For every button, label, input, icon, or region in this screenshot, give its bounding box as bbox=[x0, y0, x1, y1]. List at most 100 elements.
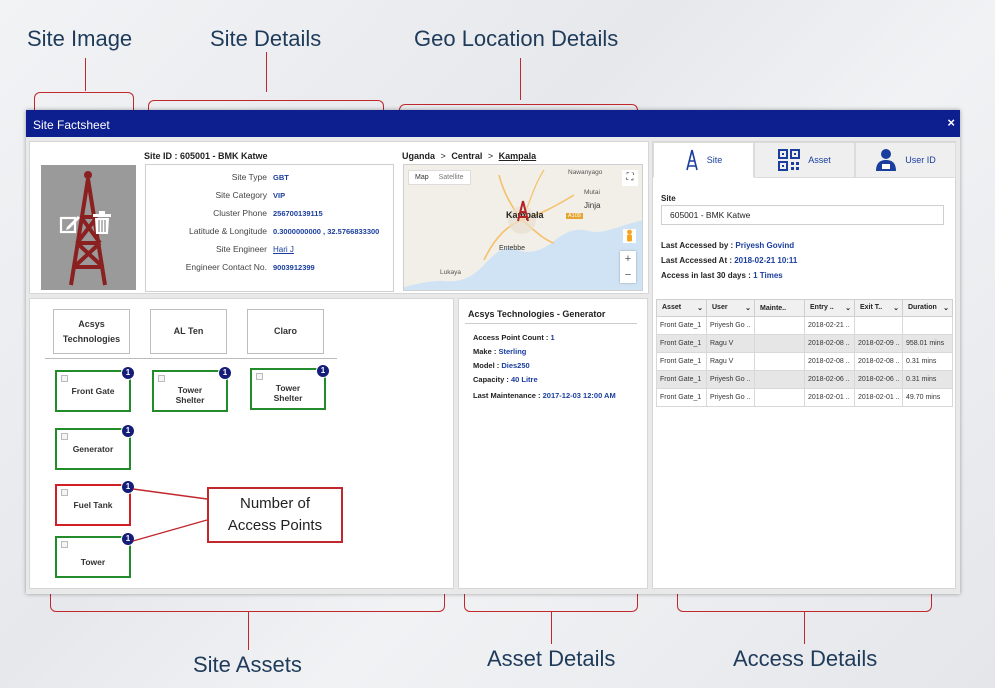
column-header[interactable]: User ⌄ bbox=[706, 299, 755, 317]
access-panel: Site Asset User ID Site 605001 - BMK Kat… bbox=[652, 141, 956, 589]
delete-icon[interactable] bbox=[91, 211, 113, 235]
detail-label: Cluster Phone bbox=[213, 208, 267, 218]
access-point-count-badge: 1 bbox=[121, 480, 135, 494]
column-header[interactable]: Asset ⌄ bbox=[656, 299, 707, 317]
tab-asset[interactable]: Asset bbox=[754, 142, 855, 178]
table-header-row: Asset ⌄ User ⌄ Mainte.. Entry .. ⌄ Exit T..… bbox=[656, 299, 953, 317]
asset-checkbox[interactable] bbox=[61, 375, 68, 382]
map-place-label: Lukaya bbox=[440, 269, 461, 276]
tab-label: Site bbox=[706, 155, 723, 165]
access-points-callout: Number of Access Points bbox=[207, 487, 343, 543]
zoom-out-button[interactable]: − bbox=[620, 267, 636, 283]
tab-label: Asset bbox=[808, 155, 831, 165]
map-type-toggle: Map Satellite bbox=[408, 170, 471, 185]
dialog-titlebar: Site Factsheet × bbox=[26, 110, 960, 137]
detail-label: Site Type bbox=[231, 172, 267, 182]
asset-detail-row: Capacity : 40 Litre bbox=[473, 375, 538, 384]
detail-value: 9003912399 bbox=[273, 263, 315, 272]
chevron-down-icon[interactable]: ⌄ bbox=[893, 304, 899, 312]
access-point-count-badge: 1 bbox=[121, 532, 135, 546]
asset-card[interactable]: 1 Front Gate bbox=[55, 366, 135, 412]
chevron-down-icon[interactable]: ⌄ bbox=[845, 304, 851, 312]
detail-label: Latitude & Longitude bbox=[189, 226, 267, 236]
annotation-asset-details: Asset Details bbox=[487, 646, 616, 671]
access-point-count-badge: 1 bbox=[316, 364, 330, 378]
annotation-geo-location: Geo Location Details bbox=[414, 26, 619, 51]
column-header[interactable]: Exit T.. ⌄ bbox=[854, 299, 903, 317]
site-image[interactable] bbox=[41, 165, 136, 290]
asset-detail-row: Model : Dies250 bbox=[473, 361, 530, 370]
vendor-button[interactable]: Claro bbox=[247, 309, 324, 354]
annotation-stem bbox=[520, 58, 521, 100]
street-view-icon[interactable] bbox=[623, 229, 636, 243]
dialog-title: Site Factsheet bbox=[33, 118, 110, 132]
detail-label: Engineer Contact No. bbox=[185, 262, 267, 272]
road-label: A109 bbox=[566, 213, 583, 219]
dialog-body: Site ID : 605001 - BMK Katwe Site Type G… bbox=[26, 137, 960, 594]
map-view-button[interactable]: Map bbox=[415, 174, 429, 181]
edit-icon[interactable] bbox=[59, 213, 81, 235]
annotation-stem bbox=[551, 612, 552, 644]
access-point-count-badge: 1 bbox=[218, 366, 232, 380]
access-table: Asset ⌄ User ⌄ Mainte.. Entry .. ⌄ Exit T..… bbox=[656, 299, 953, 407]
tower-marker-icon[interactable] bbox=[516, 200, 530, 222]
asset-detail-row: Last Maintenance : 2017-12-03 12:00 AM bbox=[473, 391, 616, 400]
table-row[interactable]: Front Gate_1 Priyesh Go .. 2018-02-01 .. 20… bbox=[656, 388, 953, 407]
close-icon[interactable]: × bbox=[947, 115, 955, 130]
asset-card[interactable]: 1 Tower bbox=[55, 532, 135, 578]
asset-checkbox[interactable] bbox=[158, 375, 165, 382]
table-row[interactable]: Front Gate_1 Priyesh Go .. 2018-02-21 .. bbox=[656, 316, 953, 335]
detail-value: 256700139115 bbox=[273, 209, 323, 218]
table-row[interactable]: Front Gate_1 Ragu V 2018-02-08 .. 2018-02-0… bbox=[656, 352, 953, 371]
access-tabs: Site Asset User ID bbox=[653, 142, 956, 178]
site-id: Site ID : 605001 - BMK Katwe bbox=[144, 151, 268, 161]
chevron-down-icon[interactable]: ⌄ bbox=[697, 304, 703, 312]
zoom-in-button[interactable]: + bbox=[620, 251, 636, 267]
asset-checkbox[interactable] bbox=[61, 489, 68, 496]
asset-checkbox[interactable] bbox=[256, 373, 263, 380]
vendor-button[interactable]: Acsys Technologies bbox=[53, 309, 130, 354]
asset-detail-row: Access Point Count : 1 bbox=[473, 333, 555, 342]
annotation-site-image: Site Image bbox=[27, 26, 133, 51]
site-engineer-link[interactable]: Hari J bbox=[273, 245, 294, 254]
last-accessed-at-value: 2018-02-21 10:11 bbox=[734, 256, 798, 265]
asset-details-title: Acsys Technologies - Generator bbox=[468, 309, 606, 319]
table-row[interactable]: Front Gate_1 Ragu V 2018-02-08 .. 2018-02-0… bbox=[656, 334, 953, 353]
chevron-down-icon[interactable]: ⌄ bbox=[943, 304, 949, 312]
asset-card[interactable]: 1 Fuel Tank bbox=[55, 480, 135, 526]
site-factsheet-dialog: Site Factsheet × Site ID: 605001 - BMK … bbox=[26, 110, 960, 594]
tab-label: User ID bbox=[905, 155, 936, 165]
breadcrumb-city[interactable]: Kampala bbox=[499, 151, 537, 161]
geo-map[interactable]: Map Satellite ⛶ Nawanyago Mutai Jinja Ka… bbox=[403, 164, 643, 291]
annotation-site-assets: Site Assets bbox=[193, 652, 302, 677]
annotation-access-details: Access Details bbox=[733, 646, 878, 671]
last-accessed-by-value: Priyesh Govind bbox=[735, 241, 795, 250]
detail-value: GBT bbox=[273, 173, 289, 182]
asset-card[interactable]: 1 Tower Shelter bbox=[152, 366, 232, 412]
asset-card[interactable]: 1 Generator bbox=[55, 424, 135, 470]
detail-value: VIP bbox=[273, 191, 286, 200]
asset-details-panel: Acsys Technologies - Generator Access Po… bbox=[458, 298, 648, 589]
asset-checkbox[interactable] bbox=[61, 433, 68, 440]
map-place-label: Entebbe bbox=[499, 245, 526, 252]
vendor-button[interactable]: AL Ten bbox=[150, 309, 227, 354]
asset-checkbox[interactable] bbox=[61, 541, 68, 548]
fullscreen-icon[interactable]: ⛶ bbox=[622, 170, 638, 186]
tab-site[interactable]: Site bbox=[653, 142, 754, 178]
column-header[interactable]: Mainte.. bbox=[754, 299, 805, 317]
detail-value: 0.3000000000 , 32.5766833300 bbox=[273, 227, 380, 236]
access-count-value: 1 Times bbox=[753, 271, 783, 280]
site-input[interactable] bbox=[661, 205, 944, 225]
column-header[interactable]: Duration ⌄ bbox=[902, 299, 953, 317]
satellite-view-button[interactable]: Satellite bbox=[439, 174, 464, 181]
asset-card[interactable]: 1 Tower Shelter bbox=[250, 364, 330, 410]
table-row[interactable]: Front Gate_1 Priyesh Go .. 2018-02-06 .. 20… bbox=[656, 370, 953, 389]
tab-user-id[interactable]: User ID bbox=[855, 142, 956, 178]
site-assets-panel: Acsys Technologies AL Ten Claro 1 Front G… bbox=[29, 298, 454, 589]
column-header[interactable]: Entry .. ⌄ bbox=[804, 299, 855, 317]
access-last-30-days: Access in last 30 days : 1 Times bbox=[661, 271, 783, 280]
tower-image-icon bbox=[69, 171, 107, 286]
site-field-label: Site bbox=[661, 194, 676, 203]
chevron-down-icon[interactable]: ⌄ bbox=[745, 304, 751, 312]
breadcrumb-region: Central bbox=[451, 151, 483, 161]
